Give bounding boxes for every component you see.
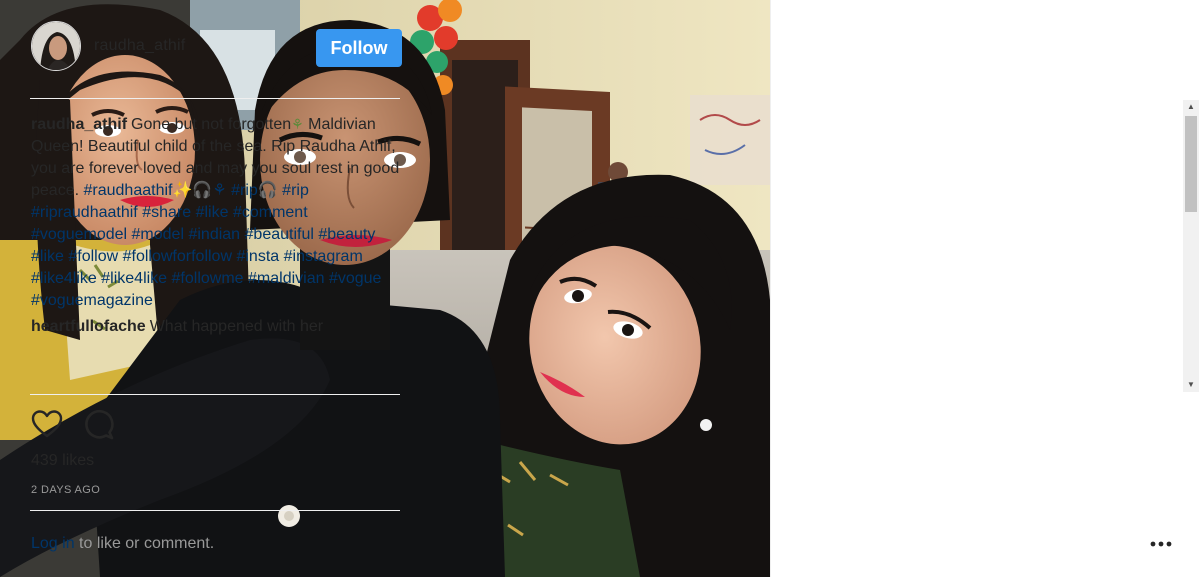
hashtag[interactable]: #instagram <box>284 248 363 265</box>
comment-username[interactable]: raudha_athif <box>31 116 127 133</box>
comment-username[interactable]: heartfullofache <box>31 318 146 335</box>
hashtag[interactable]: #follow <box>68 248 118 265</box>
comments-scrollbar[interactable]: ▲ ▼ <box>1183 100 1199 392</box>
hashtag[interactable]: #indian <box>188 226 240 243</box>
hashtag[interactable]: #maldivian <box>248 270 324 287</box>
avatar-image <box>32 22 80 70</box>
scroll-up-arrow-icon[interactable]: ▲ <box>1183 100 1199 114</box>
comments-divider <box>30 394 400 395</box>
comment-bubble-icon[interactable] <box>82 408 116 442</box>
comment-item: raudha_athif Gone but not forgotten⚘ Mald… <box>31 113 403 312</box>
hashtag[interactable]: #voguemagazine <box>31 292 153 309</box>
comment-text: What happened with her <box>149 318 324 335</box>
avatar[interactable] <box>31 21 81 71</box>
comments-list[interactable]: raudha_athif Gone but not forgotten⚘ Mald… <box>31 113 403 395</box>
login-prompt-text: to like or comment. <box>74 535 215 552</box>
hashtag[interactable]: #raudhaathif✨🎧⚘ <box>84 182 227 199</box>
post-sidebar <box>770 0 1200 577</box>
hashtag[interactable]: #followforfollow <box>123 248 232 265</box>
hashtag[interactable]: #ripraudhaathif <box>31 204 138 221</box>
comment-text: Gone but not forgotten <box>131 116 292 133</box>
hashtag[interactable]: #like4like <box>31 270 97 287</box>
hashtag[interactable]: #like4like <box>101 270 167 287</box>
hashtag-list: #raudhaathif✨🎧⚘ #rip🎧 #rip #ripraudhaath… <box>31 182 381 309</box>
scrollbar-thumb[interactable] <box>1185 116 1197 212</box>
hashtag[interactable]: #voguemodel <box>31 226 127 243</box>
flower-icon: ⚘ <box>291 116 304 132</box>
footer-divider <box>30 510 400 511</box>
likes-count[interactable]: 439 likes <box>31 452 94 470</box>
post-timestamp: 2 DAYS AGO <box>31 484 101 496</box>
hashtag[interactable]: #vogue <box>329 270 382 287</box>
scroll-down-arrow-icon[interactable]: ▼ <box>1183 378 1199 392</box>
header-divider <box>30 98 400 99</box>
hashtag[interactable]: #comment <box>233 204 308 221</box>
hashtag[interactable]: #beauty <box>318 226 375 243</box>
post-actions <box>30 408 150 442</box>
ellipsis-icon[interactable] <box>1150 534 1172 554</box>
hashtag[interactable]: #like <box>31 248 64 265</box>
username[interactable]: raudha_athif <box>94 37 185 55</box>
comment-item: heartfullofache What happened with her <box>31 316 403 338</box>
hashtag[interactable]: #share <box>142 204 191 221</box>
hashtag[interactable]: #rip <box>282 182 309 199</box>
heart-icon[interactable] <box>30 408 64 442</box>
follow-button[interactable]: Follow <box>316 29 402 67</box>
hashtag[interactable]: #insta <box>236 248 279 265</box>
hashtag[interactable]: #followme <box>172 270 244 287</box>
post-header: raudha_athif Follow <box>31 20 402 76</box>
login-link[interactable]: Log in <box>31 535 75 552</box>
hashtag[interactable]: #like <box>196 204 229 221</box>
hashtag[interactable]: #beautiful <box>245 226 314 243</box>
hashtag[interactable]: #model <box>132 226 184 243</box>
login-prompt: Log in to like or comment. <box>31 535 214 553</box>
hashtag[interactable]: #rip🎧 <box>231 182 278 199</box>
